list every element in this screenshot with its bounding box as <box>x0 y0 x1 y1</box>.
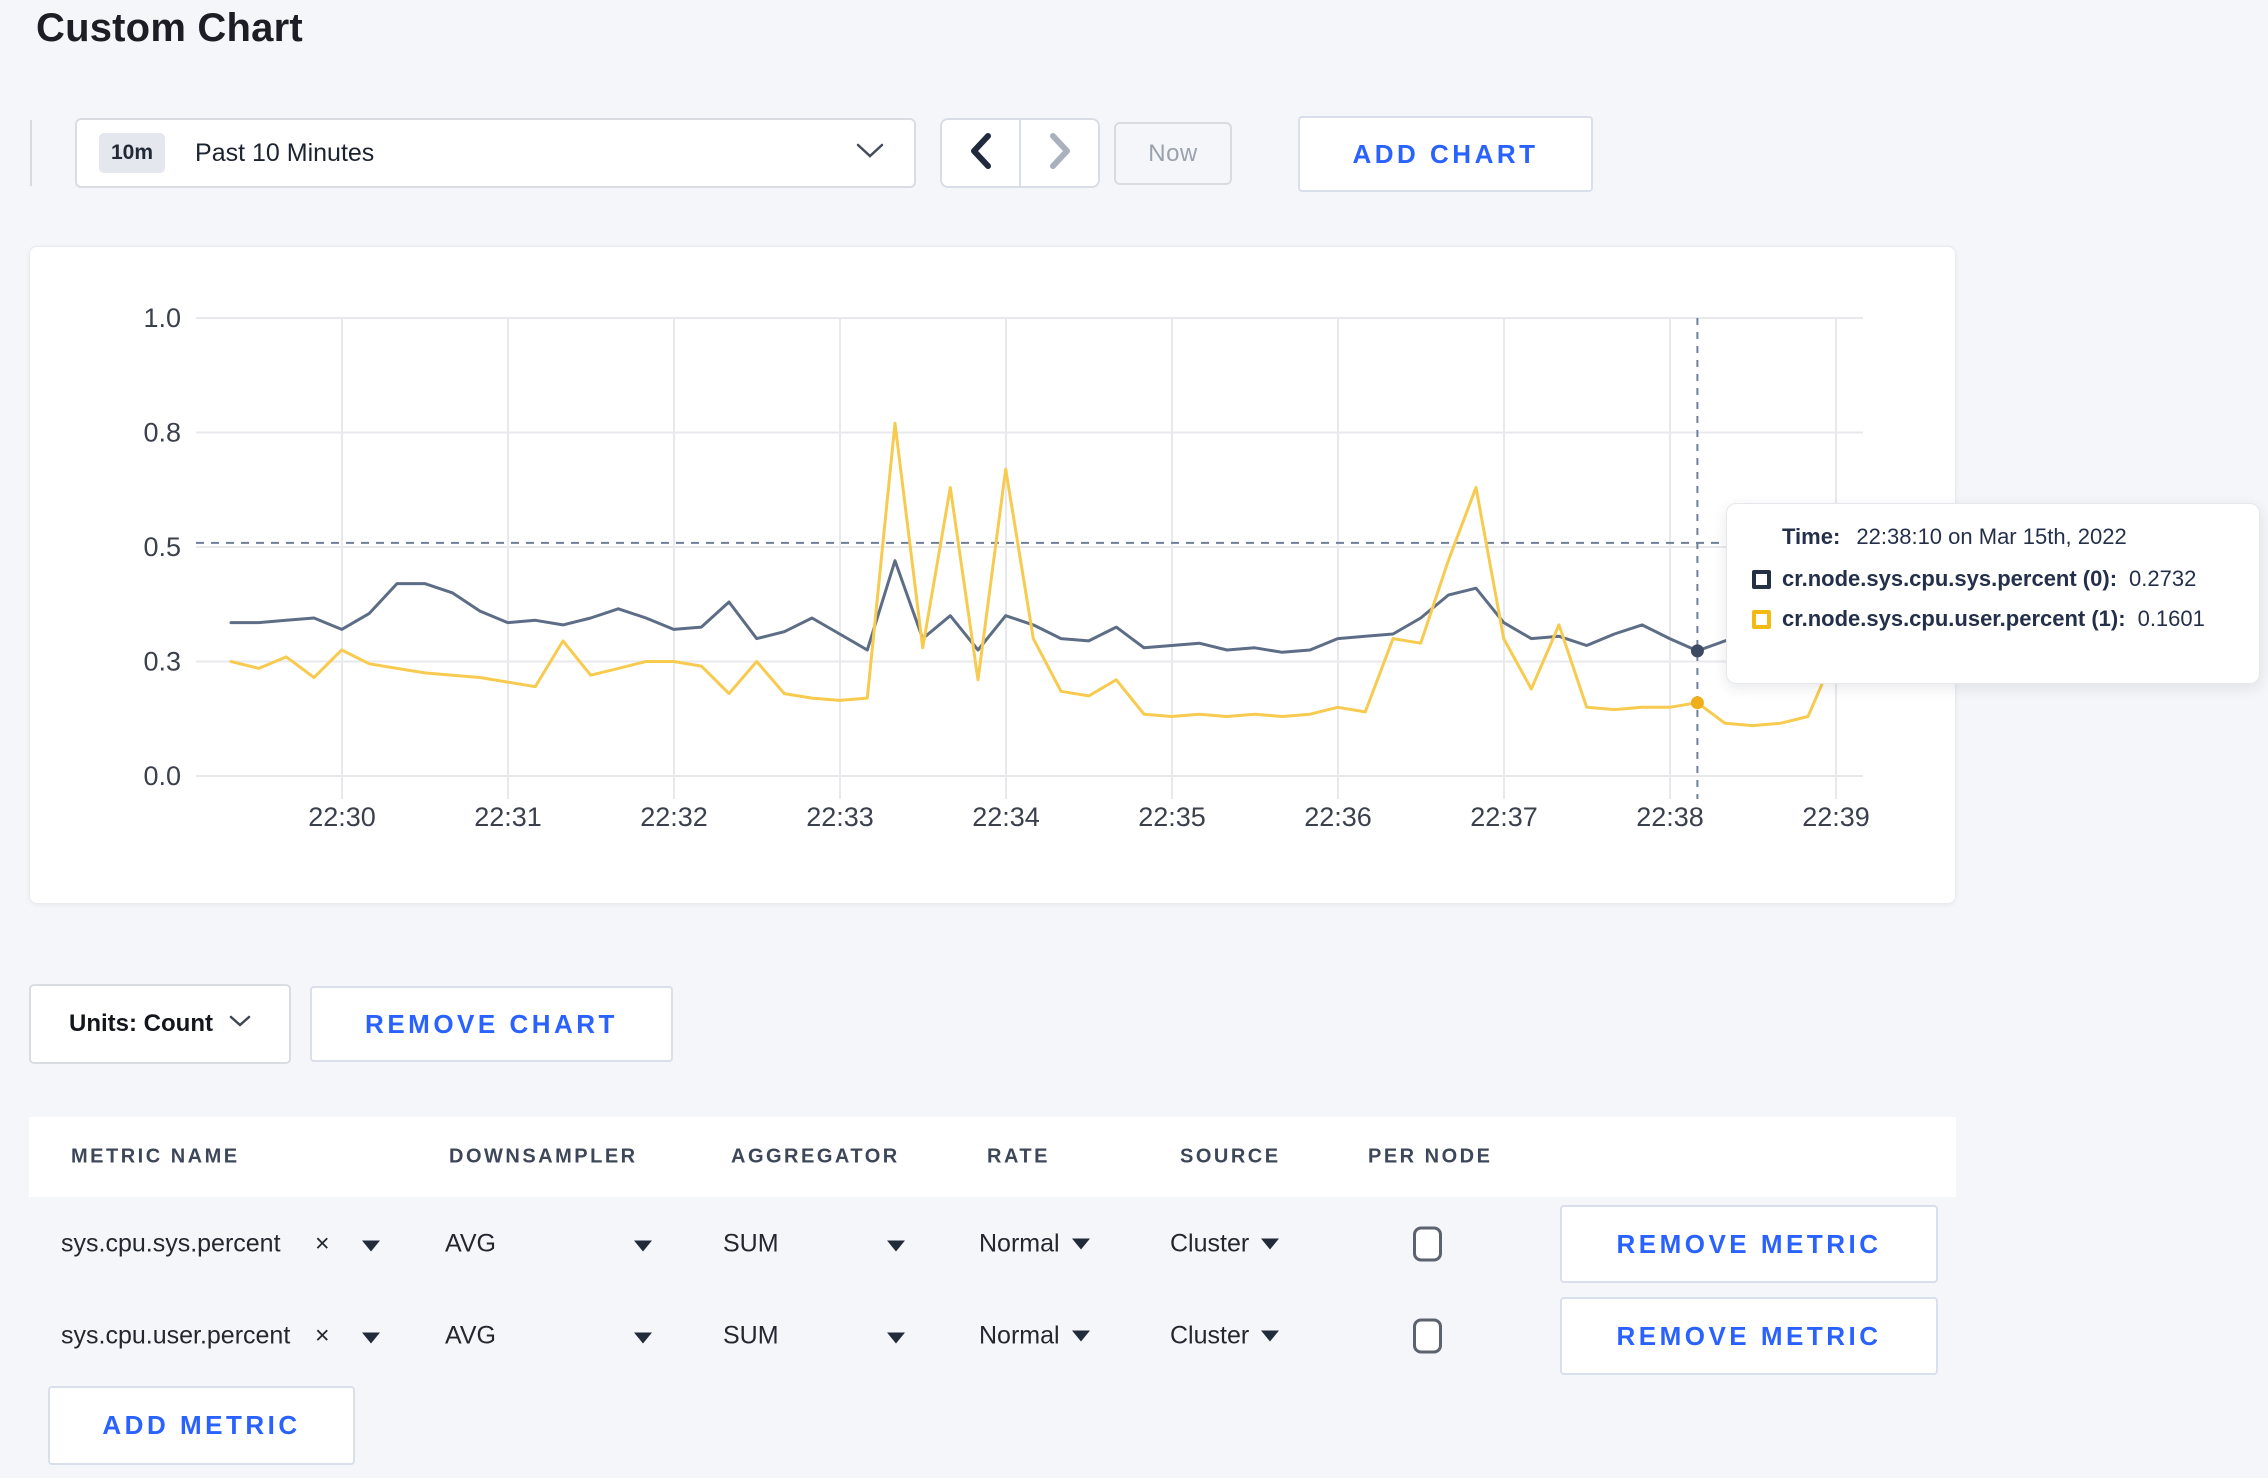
caret-down-icon <box>362 1240 380 1252</box>
remove-metric-button[interactable]: REMOVE METRIC <box>1560 1297 1938 1375</box>
next-time-button[interactable] <box>1021 120 1098 186</box>
per-node-checkbox[interactable] <box>1413 1226 1442 1262</box>
chevron-left-icon <box>969 132 993 174</box>
source-value: Cluster <box>1170 1321 1250 1350</box>
svg-text:1.0: 1.0 <box>143 303 181 333</box>
page-title: Custom Chart <box>36 6 303 50</box>
time-pager <box>940 118 1100 188</box>
remove-metric-button[interactable]: REMOVE METRIC <box>1560 1205 1938 1283</box>
metrics-table-header: METRIC NAME DOWNSAMPLER AGGREGATOR RATE … <box>29 1117 1956 1197</box>
svg-text:22:36: 22:36 <box>1304 802 1372 832</box>
tooltip-series-row: cr.node.sys.cpu.user.percent (1): 0.1601 <box>1752 606 2259 632</box>
add-chart-button[interactable]: ADD CHART <box>1298 116 1593 192</box>
prev-time-button[interactable] <box>942 120 1021 186</box>
remove-chart-button[interactable]: REMOVE CHART <box>310 986 673 1062</box>
tooltip-series-row: cr.node.sys.cpu.sys.percent (0): 0.2732 <box>1752 566 2259 592</box>
metric-name-value[interactable]: sys.cpu.user.percent <box>61 1322 290 1351</box>
metric-row: sys.cpu.sys.percent × AVG SUM Normal Clu… <box>29 1198 1956 1290</box>
per-node-checkbox[interactable] <box>1413 1318 1442 1354</box>
column-header-aggregator: AGGREGATOR <box>731 1145 900 1168</box>
caret-down-icon <box>1071 1238 1090 1250</box>
caret-down-icon <box>634 1240 652 1252</box>
caret-down-icon <box>1261 1238 1280 1250</box>
svg-text:22:35: 22:35 <box>1138 802 1206 832</box>
units-select[interactable]: Units: Count <box>29 984 291 1064</box>
svg-text:22:32: 22:32 <box>640 802 708 832</box>
now-button[interactable]: Now <box>1114 122 1232 185</box>
svg-text:22:38: 22:38 <box>1636 802 1704 832</box>
column-header-source: SOURCE <box>1180 1145 1281 1168</box>
svg-text:0.5: 0.5 <box>143 532 181 562</box>
svg-text:22:34: 22:34 <box>972 802 1040 832</box>
svg-text:22:37: 22:37 <box>1470 802 1538 832</box>
column-header-downsampler: DOWNSAMPLER <box>449 1145 638 1168</box>
tooltip-series-value: 0.1601 <box>2137 606 2205 631</box>
units-label: Units: Count <box>69 1010 213 1037</box>
chart-panel: 0.0 0.3 0.5 0.8 1.0 22:30 22:31 22:32 22:33 22:34… <box>29 246 1956 904</box>
metrics-table: METRIC NAME DOWNSAMPLER AGGREGATOR RATE … <box>29 1117 1956 1478</box>
column-header-metric-name: METRIC NAME <box>71 1145 240 1168</box>
tooltip-series-label: cr.node.sys.cpu.sys.percent (0): <box>1782 566 2118 591</box>
chart-tooltip: Time: 22:38:10 on Mar 15th, 2022 cr.node… <box>1726 503 2260 684</box>
metric-name-select-caret[interactable] <box>362 1322 380 1351</box>
metric-name-value[interactable]: sys.cpu.sys.percent <box>61 1230 281 1259</box>
tooltip-series-value: 0.2732 <box>2129 566 2197 591</box>
aggregator-select-caret[interactable] <box>887 1322 905 1351</box>
aggregator-select[interactable]: SUM <box>723 1230 779 1259</box>
caret-down-icon <box>887 1240 905 1252</box>
svg-text:0.3: 0.3 <box>143 647 181 677</box>
column-header-per-node: PER NODE <box>1368 1145 1493 1168</box>
rate-select[interactable]: Normal <box>979 1230 1090 1259</box>
time-range-label: Past 10 Minutes <box>195 138 375 167</box>
chevron-down-icon <box>856 143 884 164</box>
rate-value: Normal <box>979 1229 1060 1258</box>
tooltip-series-label: cr.node.sys.cpu.user.percent (1): <box>1782 606 2126 631</box>
tooltip-time-value: 22:38:10 on Mar 15th, 2022 <box>1856 524 2127 549</box>
caret-down-icon <box>362 1332 380 1344</box>
svg-text:22:33: 22:33 <box>806 802 874 832</box>
timeseries-chart[interactable]: 0.0 0.3 0.5 0.8 1.0 22:30 22:31 22:32 22:33 22:34… <box>30 247 1957 905</box>
caret-down-icon <box>1071 1330 1090 1342</box>
source-select[interactable]: Cluster <box>1170 1229 1280 1259</box>
aggregator-select-caret[interactable] <box>887 1230 905 1259</box>
metric-name-select-caret[interactable] <box>362 1230 380 1259</box>
column-header-rate: RATE <box>987 1145 1050 1168</box>
time-range-badge: 10m <box>99 133 166 173</box>
series-color-swatch <box>1752 569 1771 589</box>
metric-row: sys.cpu.user.percent × AVG SUM Normal Cl… <box>29 1290 1956 1382</box>
downsampler-select[interactable]: AVG <box>445 1230 496 1259</box>
svg-text:22:39: 22:39 <box>1802 802 1870 832</box>
remove-tag-icon[interactable]: × <box>315 1323 330 1349</box>
toolbar-divider <box>30 120 32 186</box>
aggregator-select[interactable]: SUM <box>723 1322 779 1351</box>
custom-chart-page: Custom Chart 10m Past 10 Minutes Now ADD… <box>0 0 2268 1478</box>
chevron-down-icon <box>229 1015 251 1033</box>
chevron-right-icon <box>1048 132 1072 174</box>
svg-text:0.8: 0.8 <box>143 418 181 448</box>
add-metric-button[interactable]: ADD METRIC <box>48 1386 355 1465</box>
rate-select[interactable]: Normal <box>979 1322 1090 1351</box>
time-range-select[interactable]: 10m Past 10 Minutes <box>75 118 916 188</box>
tooltip-time-label: Time: <box>1782 524 1841 549</box>
svg-text:22:30: 22:30 <box>308 802 376 832</box>
downsampler-select-caret[interactable] <box>634 1230 652 1259</box>
svg-text:22:31: 22:31 <box>474 802 542 832</box>
caret-down-icon <box>1261 1330 1280 1342</box>
source-select[interactable]: Cluster <box>1170 1321 1280 1351</box>
rate-value: Normal <box>979 1321 1060 1350</box>
caret-down-icon <box>634 1332 652 1344</box>
downsampler-select-caret[interactable] <box>634 1322 652 1351</box>
series-color-swatch <box>1752 609 1771 629</box>
remove-tag-icon[interactable]: × <box>315 1231 330 1257</box>
downsampler-select[interactable]: AVG <box>445 1322 496 1351</box>
source-value: Cluster <box>1170 1229 1250 1258</box>
svg-text:0.0: 0.0 <box>143 761 181 791</box>
caret-down-icon <box>887 1332 905 1344</box>
